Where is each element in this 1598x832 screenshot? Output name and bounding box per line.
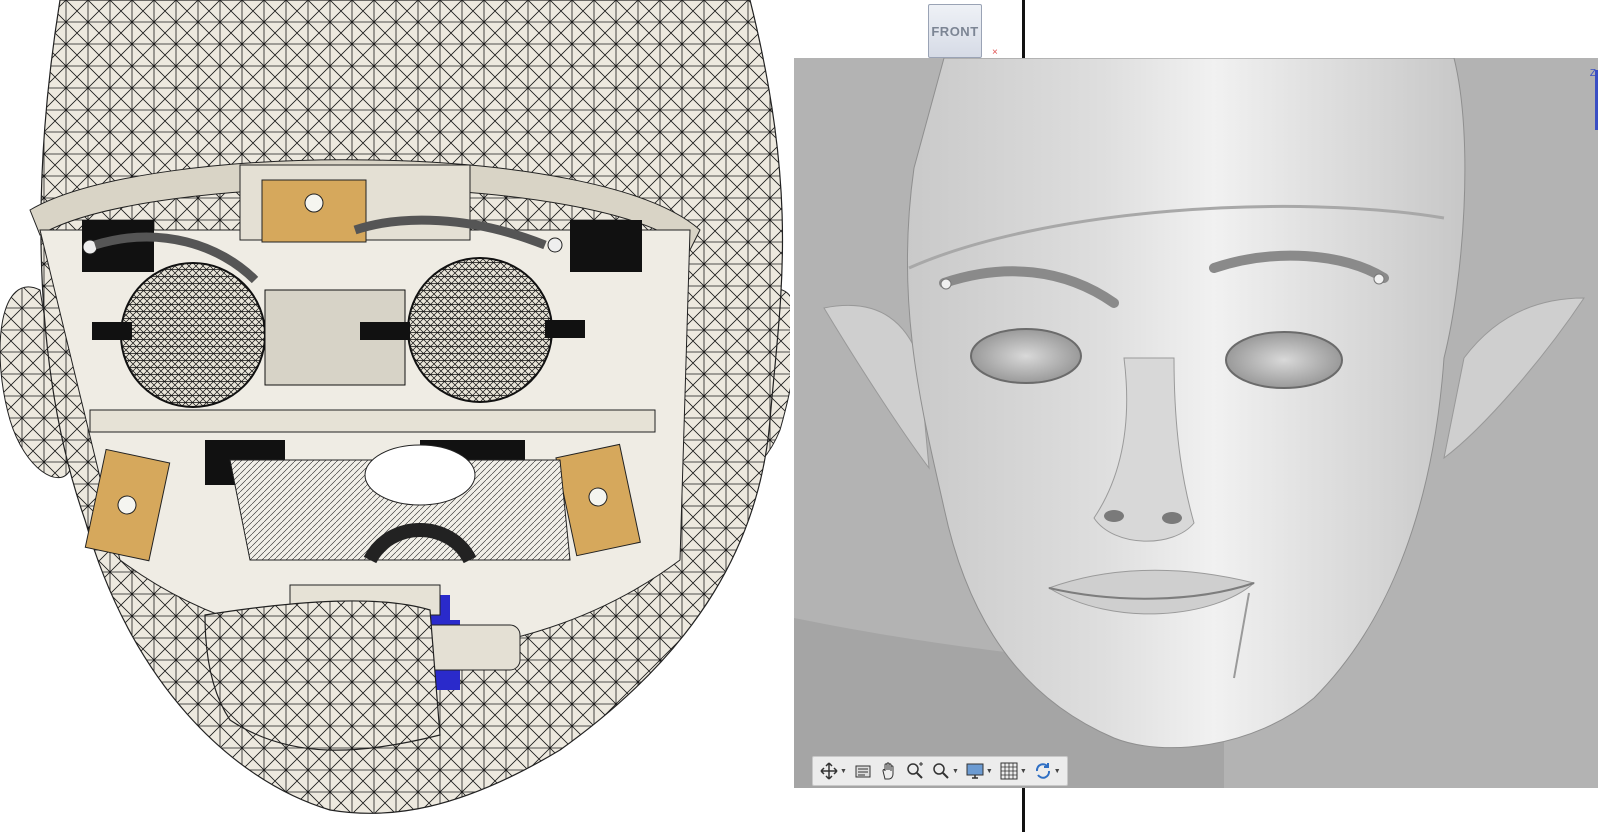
z-axis-label: Z — [1589, 68, 1596, 79]
chevron-down-icon[interactable]: ▼ — [1020, 768, 1027, 775]
chevron-down-icon[interactable]: ▼ — [986, 768, 993, 775]
right-eyeball — [407, 257, 553, 403]
zoom-icon — [907, 762, 923, 779]
display-settings-button[interactable]: ▼ — [963, 759, 995, 783]
display-settings-icon — [966, 763, 984, 779]
shaded-viewport[interactable]: Z ▼ ▼ ▼ ▼ ▼ — [794, 58, 1598, 788]
left-eyeball — [120, 262, 266, 408]
rotate-view-icon — [1035, 763, 1050, 779]
viewcube[interactable]: FRONT — [928, 4, 982, 58]
rotate-view-button[interactable]: ▼ — [1031, 759, 1063, 783]
zoom-window-button[interactable]: ▼ — [929, 759, 961, 783]
pan-hand-icon — [882, 762, 894, 780]
chevron-down-icon[interactable]: ▼ — [1054, 768, 1061, 775]
pan-orbit-icon — [820, 762, 838, 780]
wireframe-head-render — [0, 0, 790, 832]
view-capture-button[interactable] — [851, 759, 875, 783]
view-capture-icon — [855, 765, 871, 778]
grid-button[interactable]: ▼ — [997, 759, 1029, 783]
shaded-right-eye — [1225, 331, 1343, 389]
viewcube-face-label: FRONT — [931, 23, 979, 39]
chevron-down-icon[interactable]: ▼ — [952, 768, 959, 775]
shaded-left-eye — [970, 328, 1082, 384]
wireframe-head-svg — [0, 0, 790, 814]
nose-hole — [364, 444, 476, 506]
right-servo — [570, 220, 642, 272]
shaded-face-svg — [794, 58, 1598, 788]
zoom-button[interactable] — [903, 759, 927, 783]
navigation-toolbar: ▼ ▼ ▼ ▼ ▼ — [812, 756, 1068, 786]
zoom-window-icon — [933, 763, 949, 779]
grid-icon — [1000, 762, 1018, 780]
chevron-down-icon[interactable]: ▼ — [840, 768, 847, 775]
viewcube-corner-marker[interactable]: × — [992, 48, 998, 58]
pan-hand-button[interactable] — [877, 759, 901, 783]
eye-shelf — [89, 409, 656, 433]
pan-orbit-button[interactable]: ▼ — [817, 759, 849, 783]
